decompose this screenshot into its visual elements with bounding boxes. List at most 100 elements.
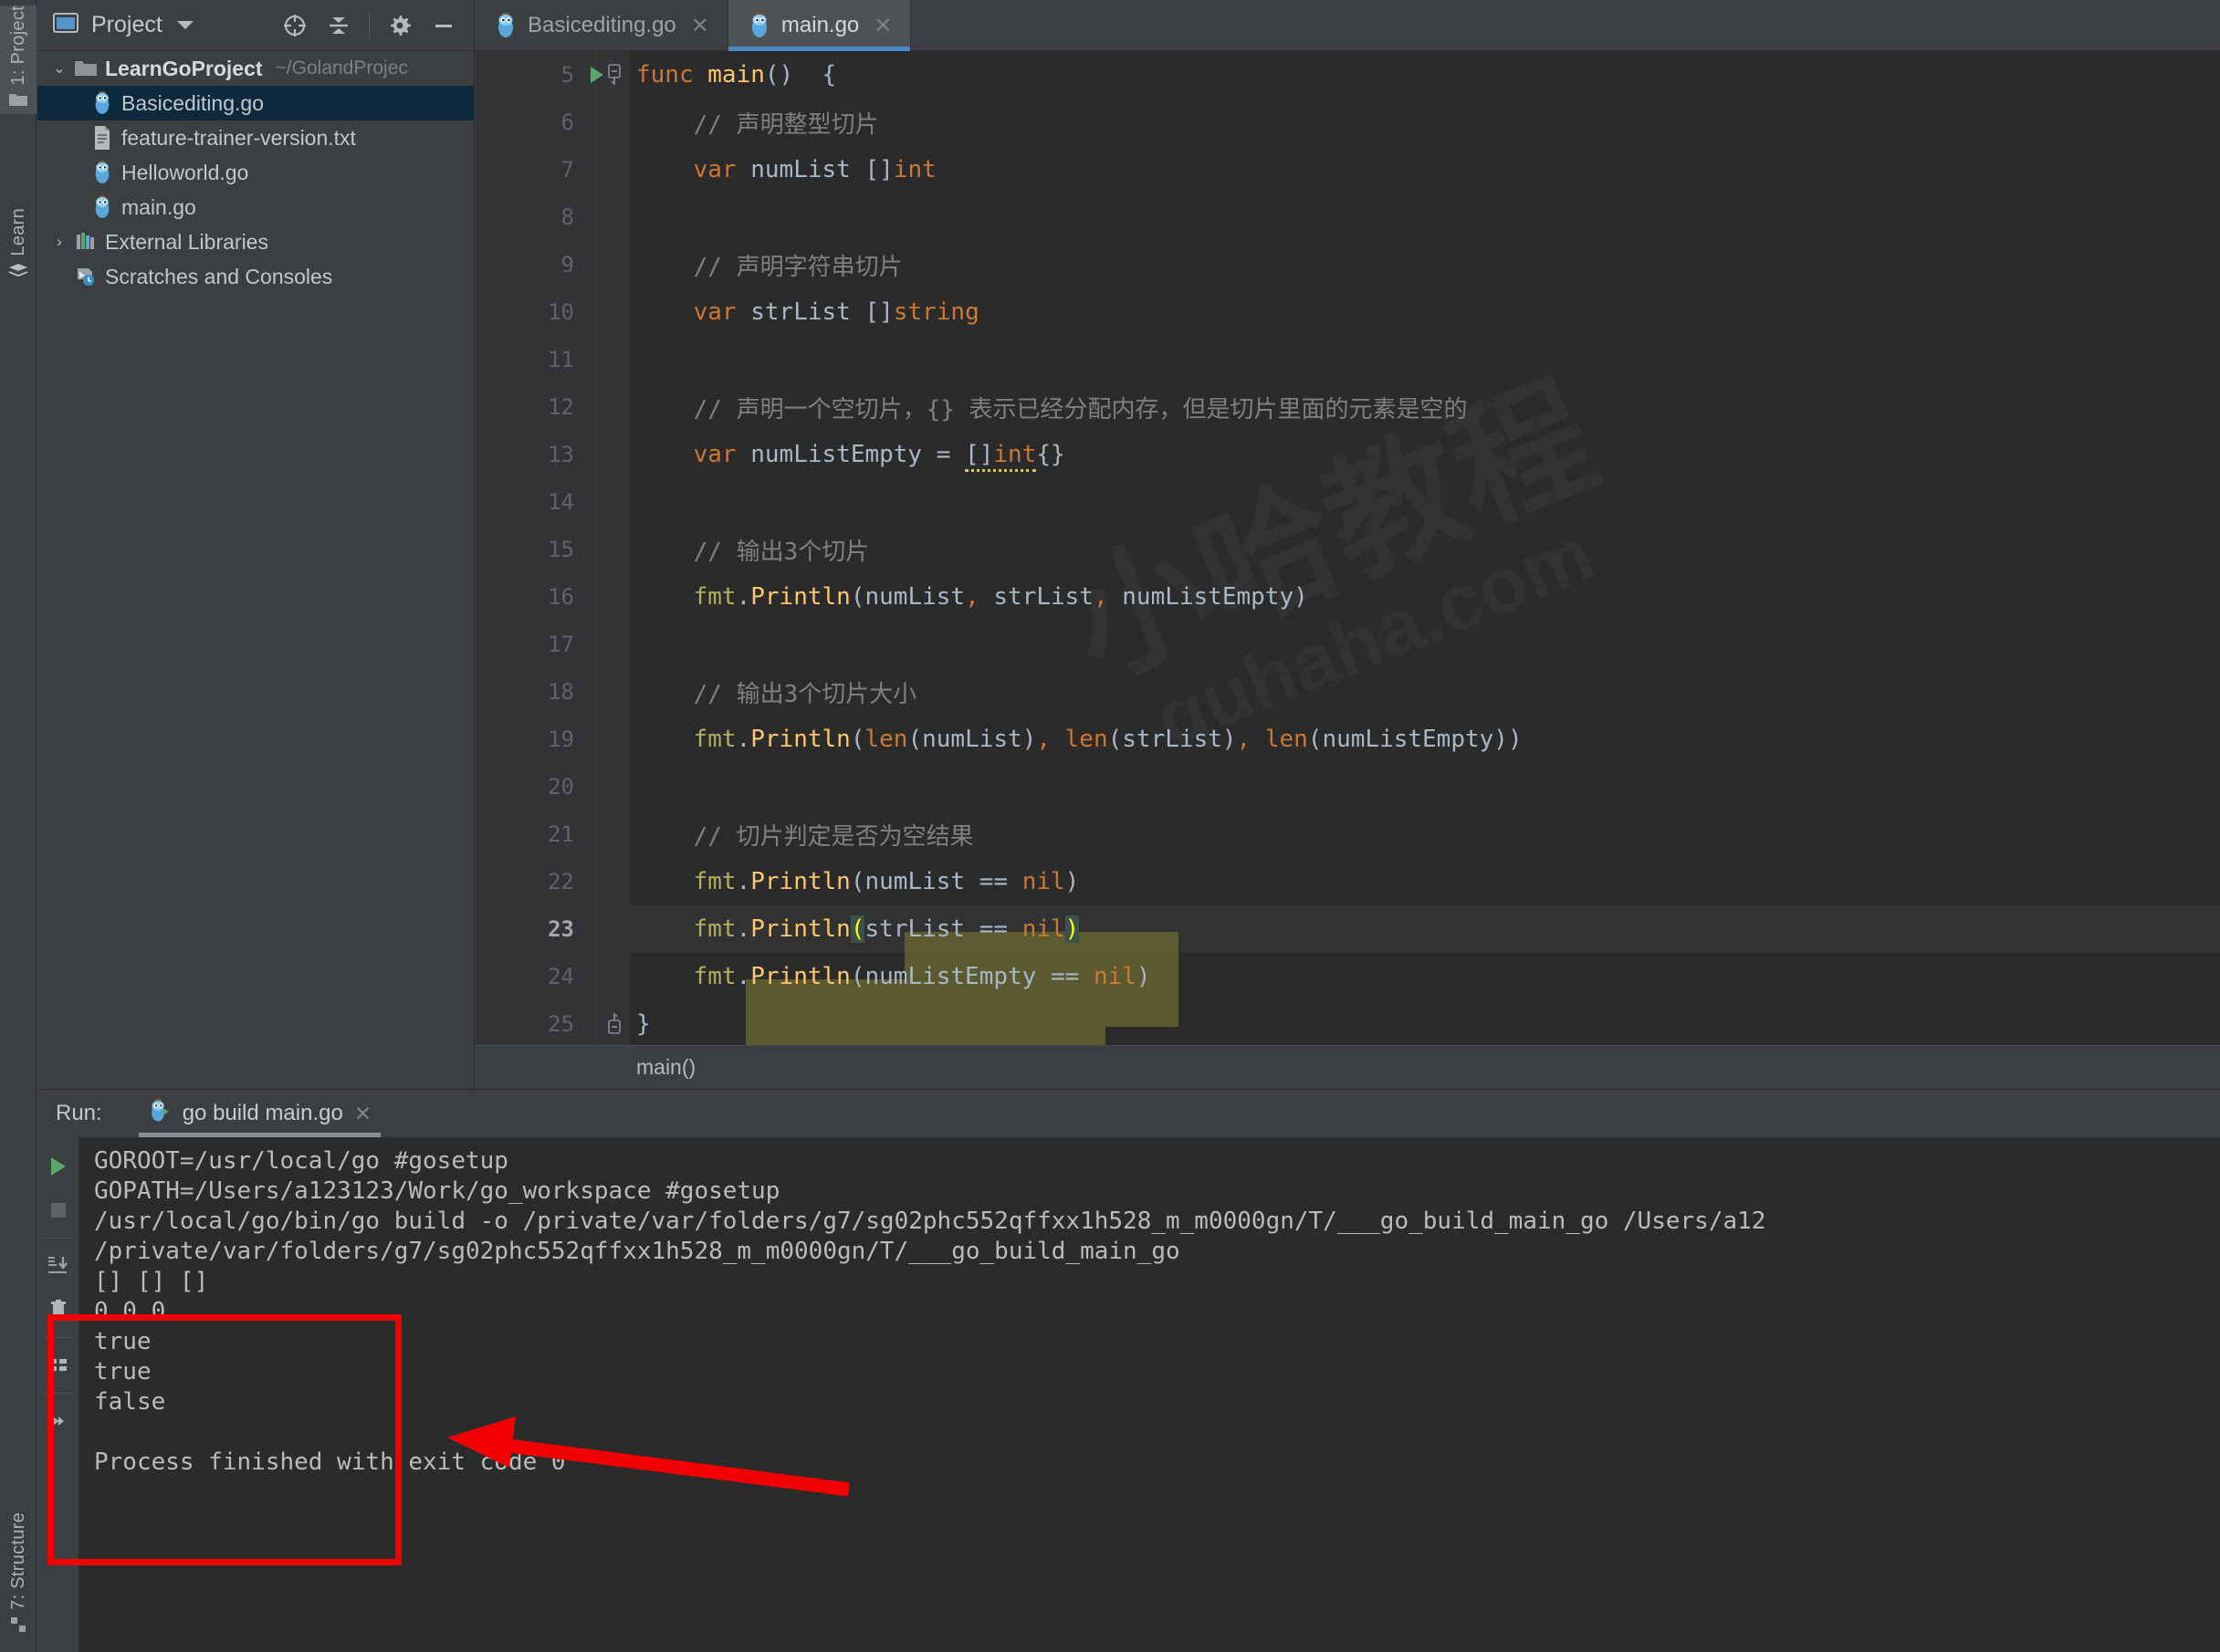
run-tool-window: Run: go build main.go ✕ GOROOT=/usr/loca… (37, 1089, 2220, 1652)
code-line-12[interactable]: 12 // 声明一个空切片，{} 表示已经分配内存，但是切片里面的元素是空的 (476, 383, 2220, 431)
tree-node-feature-trainer-version-txt[interactable]: feature-trainer-version.txt (37, 120, 474, 155)
code-line-19[interactable]: 19 fmt.Println(len(numList), len(strList… (476, 716, 2220, 763)
line-number: 19 (548, 727, 574, 752)
code-line-15[interactable]: 15 // 输出3个切片 (476, 526, 2220, 573)
project-tree[interactable]: ⌄ LearnGoProject ~/GolandProjec Basicedi… (37, 51, 475, 1089)
line-number: 14 (548, 489, 574, 515)
tree-node-helloworld-go[interactable]: Helloworld.go (37, 155, 474, 190)
toolbar-separator (44, 1337, 72, 1338)
settings-gear-icon[interactable] (379, 5, 421, 47)
code-line-6[interactable]: 6 // 声明整型切片 (476, 99, 2220, 146)
trash-icon[interactable] (40, 1290, 77, 1330)
code-line-14[interactable]: 14 (476, 478, 2220, 526)
line-number: 17 (548, 632, 574, 657)
left-tool-window-strip: 1: Project Learn 7: Structure (0, 0, 37, 1652)
tree-node-basicediting-go[interactable]: Basicediting.go (37, 86, 474, 120)
line-number: 13 (548, 442, 574, 467)
fold-marker-icon[interactable] (603, 1012, 625, 1036)
soft-wrap-icon[interactable] (40, 1345, 77, 1385)
code-line-8[interactable]: 8 (476, 193, 2220, 241)
code-text: fmt.Println(len(numList), len(strList), … (693, 726, 1523, 753)
scratches-icon (72, 266, 99, 288)
console-line: GOPATH=/Users/a123123/Work/go_workspace … (94, 1177, 780, 1205)
close-icon[interactable]: ✕ (874, 13, 892, 39)
editor-tab-basicediting[interactable]: Basicediting.go ✕ (475, 0, 728, 51)
tool-tab-project[interactable]: 1: Project (0, 5, 37, 115)
toolbar-divider (369, 12, 370, 38)
rerun-play-icon[interactable] (40, 1146, 77, 1187)
scroll-to-end-icon[interactable] (40, 1246, 77, 1286)
select-opened-file-icon[interactable] (274, 5, 316, 47)
console-line-output: true (94, 1358, 152, 1385)
tool-tab-learn-label: Learn (8, 208, 28, 256)
console-output[interactable]: GOROOT=/usr/local/go #gosetup GOPATH=/Us… (79, 1137, 2220, 1652)
line-number: 5 (560, 62, 574, 88)
code-line-20[interactable]: 20 (476, 763, 2220, 810)
code-line-9[interactable]: 9 // 声明字符串切片 (476, 241, 2220, 288)
console-exit-status: Process finished with exit code 0 (94, 1448, 566, 1476)
chevron-down-icon[interactable] (176, 21, 194, 29)
run-toolbar (37, 1137, 79, 1652)
code-line-21[interactable]: 21 // 切片判定是否为空结果 (476, 810, 2220, 858)
code-lines: 5 func main() { 6 // 声明整型切片 7 var numLis… (476, 51, 2220, 1089)
run-config-tab[interactable]: go build main.go ✕ (135, 1090, 384, 1137)
code-line-16[interactable]: 16 fmt.Println(numList, strList, numList… (476, 573, 2220, 621)
line-number: 23 (548, 916, 574, 942)
code-line-25[interactable]: 25 } (476, 1000, 2220, 1048)
run-panel-label: Run: (56, 1101, 102, 1125)
chevron-expanded-icon[interactable]: ⌄ (47, 59, 72, 78)
project-panel-title: Project (91, 12, 162, 37)
code-line-23[interactable]: 23 fmt.Println(strList == nil) (476, 905, 2220, 953)
tree-node-learngoproject[interactable]: ⌄ LearnGoProject ~/GolandProjec (37, 51, 474, 86)
tree-node-label: External Libraries (105, 229, 268, 254)
text-file-icon (89, 125, 116, 151)
go-file-icon (495, 12, 517, 39)
tree-node-scratches-and-consoles[interactable]: Scratches and Consoles (37, 259, 474, 294)
project-folder-icon (8, 90, 28, 114)
breadcrumb-label: main() (636, 1055, 696, 1079)
code-line-11[interactable]: 11 (476, 336, 2220, 383)
tool-tab-learn[interactable]: Learn (0, 208, 37, 286)
editor-tab-label: main.go (780, 13, 860, 37)
code-text: // 切片判定是否为空结果 (636, 822, 974, 851)
tree-node-label: feature-trainer-version.txt (121, 125, 356, 150)
code-text: func main() { (636, 61, 837, 89)
code-line-7[interactable]: 7 var numList []int (476, 146, 2220, 193)
run-config-label: go build main.go (182, 1101, 343, 1125)
console-line: /usr/local/go/bin/go build -o /private/v… (94, 1208, 1766, 1235)
tree-node-main-go[interactable]: main.go (37, 190, 474, 225)
editor-tab-main[interactable]: main.go ✕ (728, 0, 912, 51)
console-line-output: true (94, 1328, 152, 1355)
code-line-10[interactable]: 10 var strList []string (476, 288, 2220, 336)
code-line-24[interactable]: 24 fmt.Println(numListEmpty == nil) (476, 953, 2220, 1000)
tree-node-external-libraries[interactable]: › External Libraries (37, 225, 474, 259)
code-line-13[interactable]: 13 var numListEmpty = []int{} (476, 431, 2220, 478)
code-text: } (636, 1010, 651, 1038)
run-panel-header: Run: go build main.go ✕ (37, 1090, 2220, 1137)
hide-panel-icon[interactable] (423, 5, 465, 47)
tree-node-label: Basicediting.go (121, 90, 264, 115)
line-number: 11 (548, 347, 574, 372)
line-number: 16 (548, 584, 574, 610)
chevron-collapsed-icon[interactable]: › (47, 233, 72, 251)
code-line-17[interactable]: 17 (476, 621, 2220, 668)
code-line-18[interactable]: 18 // 输出3个切片大小 (476, 668, 2220, 716)
line-number: 24 (548, 964, 574, 989)
line-number: 9 (560, 252, 574, 277)
console-line: GOROOT=/usr/local/go #gosetup (94, 1147, 508, 1175)
tree-node-label: Helloworld.go (121, 160, 249, 184)
close-icon[interactable]: ✕ (354, 1102, 372, 1126)
fold-marker-icon[interactable] (603, 63, 625, 87)
collapse-all-icon[interactable] (318, 5, 360, 47)
breadcrumb[interactable]: main() (476, 1045, 2220, 1089)
line-number: 8 (560, 204, 574, 230)
tool-tab-structure[interactable]: 7: Structure (0, 1512, 37, 1639)
code-editor[interactable]: 小哈教程 quhaha.com 5 func main() { 6 / (476, 51, 2220, 1089)
go-file-icon (749, 12, 770, 39)
go-file-icon (89, 194, 116, 220)
code-line-22[interactable]: 22 fmt.Println(numList == nil) (476, 858, 2220, 905)
print-arrows-icon[interactable] (40, 1401, 77, 1441)
close-icon[interactable]: ✕ (691, 13, 709, 39)
code-line-5[interactable]: 5 func main() { (476, 51, 2220, 99)
stop-icon[interactable] (40, 1190, 77, 1230)
